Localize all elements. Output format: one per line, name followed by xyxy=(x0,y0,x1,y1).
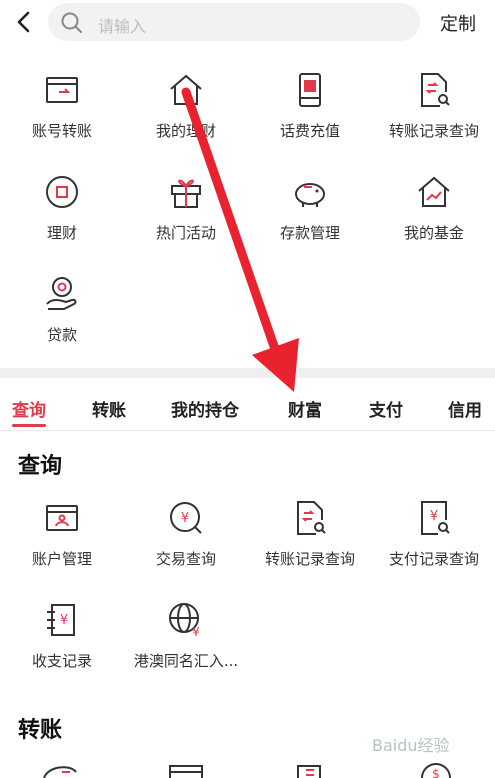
quick-item-transfer-record[interactable]: 转账记录查询 xyxy=(372,70,495,141)
quick-item-loan[interactable]: 贷款 xyxy=(0,274,124,345)
card-icon xyxy=(169,765,203,778)
query-item-payment-record[interactable]: ¥ 支付记录查询 xyxy=(372,498,495,569)
svg-text:$: $ xyxy=(432,767,440,778)
quick-item-transfer[interactable]: 账号转账 xyxy=(0,70,124,141)
wealth-house-icon: ¥ xyxy=(170,74,202,105)
globe-yen-icon: ¥ xyxy=(169,603,200,639)
quick-item-my-wealth[interactable]: ¥ 我的理财 xyxy=(124,70,248,141)
tab-payment[interactable]: 支付 xyxy=(369,396,403,421)
tab-credit[interactable]: 信用 xyxy=(448,396,482,421)
active-tab-indicator xyxy=(12,424,46,427)
query-item-trade[interactable]: ¥ 交易查询 xyxy=(124,498,248,569)
account-card-icon xyxy=(46,505,78,531)
svg-text:¥: ¥ xyxy=(430,509,438,524)
trade-search-icon: ¥ xyxy=(170,502,202,534)
quick-item-events[interactable]: 热门活动 xyxy=(124,172,248,243)
transfer-icon xyxy=(43,766,77,778)
svg-text:¥: ¥ xyxy=(192,625,200,639)
search-bar[interactable]: 请输入 xyxy=(48,3,420,41)
transfer-record-icon xyxy=(421,73,450,107)
tab-query[interactable]: 查询 xyxy=(12,396,46,421)
section-title-query: 查询 xyxy=(18,454,63,479)
back-icon[interactable] xyxy=(8,6,40,38)
income-record-icon: ¥ xyxy=(47,604,75,636)
svg-text:¥: ¥ xyxy=(60,613,68,628)
fund-house-icon xyxy=(418,176,450,207)
svg-text:¥: ¥ xyxy=(181,511,189,526)
watermark: Baidu经验 xyxy=(372,736,450,755)
section-divider xyxy=(0,368,495,378)
tab-wealth[interactable]: 财富 xyxy=(288,396,322,421)
svg-text:¥: ¥ xyxy=(182,87,190,101)
search-icon xyxy=(61,12,82,33)
category-tabs: 查询 转账 我的持仓 财富 支付 信用 xyxy=(0,382,495,431)
finance-circle-icon xyxy=(46,176,78,208)
tab-transfer[interactable]: 转账 xyxy=(92,396,126,421)
header: 请输入 定制 xyxy=(0,0,495,46)
section-title-transfer: 转账 xyxy=(18,718,63,743)
tab-holdings[interactable]: 我的持仓 xyxy=(171,396,239,421)
dollar-circle-icon: $ xyxy=(421,763,451,778)
quick-item-deposit[interactable]: 存款管理 xyxy=(248,172,372,243)
quick-item-recharge[interactable]: 话费充值 xyxy=(248,70,372,141)
quick-item-my-fund[interactable]: 我的基金 xyxy=(372,172,495,243)
gift-icon xyxy=(171,179,201,208)
transfer-record-icon xyxy=(297,501,326,535)
query-item-hk-macau[interactable]: ¥ 港澳同名汇入... xyxy=(124,600,248,671)
customize-button[interactable]: 定制 xyxy=(440,10,476,36)
payment-record-icon: ¥ xyxy=(421,501,450,535)
loan-hand-icon xyxy=(46,277,77,310)
transfer-record-icon xyxy=(297,765,321,778)
query-item-account[interactable]: 账户管理 xyxy=(0,498,124,569)
piggy-bank-icon xyxy=(295,183,325,207)
transfer-card-icon xyxy=(46,77,78,103)
phone-recharge-icon xyxy=(299,73,321,107)
quick-item-finance[interactable]: 理财 xyxy=(0,172,124,243)
search-input[interactable]: 请输入 xyxy=(98,13,146,37)
query-item-transfer-record[interactable]: 转账记录查询 xyxy=(248,498,372,569)
query-item-income[interactable]: ¥ 收支记录 xyxy=(0,600,124,671)
